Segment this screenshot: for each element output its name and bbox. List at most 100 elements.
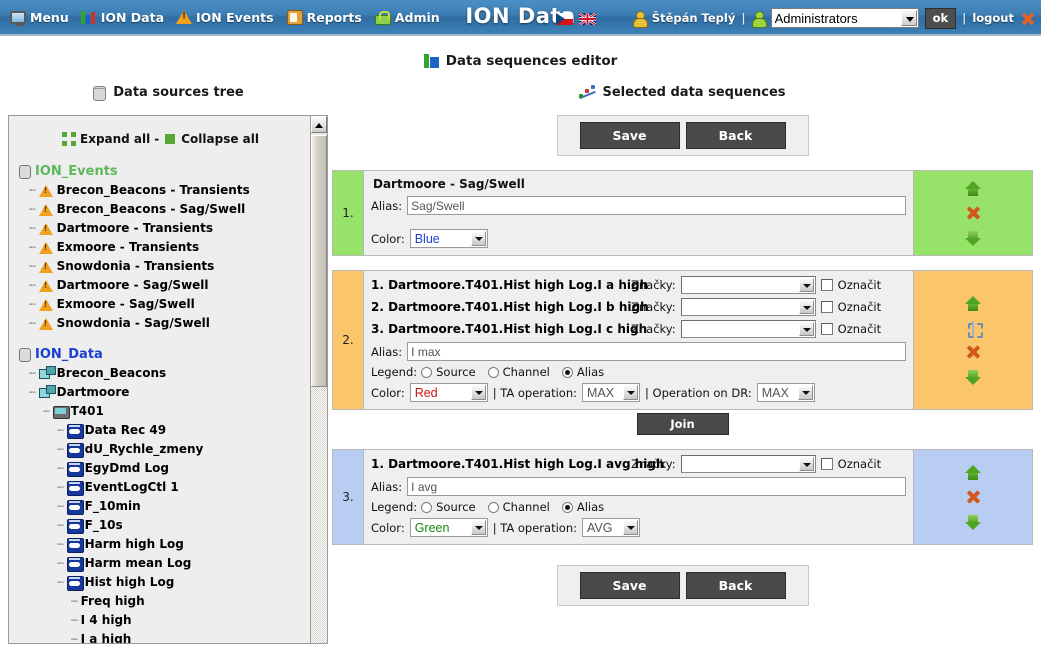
- tree-scrollbar[interactable]: [310, 116, 327, 643]
- tree-node[interactable]: ┈ Brecon_Beacons: [15, 364, 306, 383]
- scrollbar-thumb[interactable]: [311, 135, 327, 387]
- tree-node-label: ION_Data: [35, 347, 103, 362]
- tree-node[interactable]: ┈ Data Rec 49: [15, 421, 306, 440]
- oznacit-checkbox[interactable]: [820, 279, 833, 291]
- move-up-arrow-icon[interactable]: [965, 295, 981, 312]
- tree-node[interactable]: ┈ Harm high Log: [15, 535, 306, 554]
- znacky-label: Značky:: [631, 457, 676, 471]
- nav-item-ion-data[interactable]: ION Data: [80, 9, 164, 25]
- legend-radio-source[interactable]: [421, 501, 433, 513]
- oznacit-checkbox[interactable]: [820, 323, 833, 335]
- legend-radio-channel[interactable]: [487, 501, 499, 513]
- tree-node[interactable]: ┈ dU_Rychle_zmeny: [15, 440, 306, 459]
- ok-button[interactable]: ok: [924, 7, 957, 29]
- tree-node[interactable]: ION_Data: [15, 345, 306, 364]
- oznacit-checkbox[interactable]: [820, 301, 833, 313]
- color-label: Color:: [371, 231, 405, 246]
- tree-node[interactable]: ┈ T401: [15, 402, 306, 421]
- move-up-arrow-icon[interactable]: [965, 464, 981, 481]
- tree-node[interactable]: ┈ Brecon_Beacons - Sag/Swell: [15, 200, 306, 219]
- tree-node[interactable]: ┈ Snowdonia - Sag/Swell: [15, 314, 306, 333]
- alias-input[interactable]: [407, 477, 906, 496]
- alias-input[interactable]: [407, 196, 906, 215]
- move-down-arrow-icon[interactable]: [965, 230, 981, 246]
- color-label: Color:: [371, 385, 405, 400]
- role-select-wrapper[interactable]: Administrators: [770, 8, 919, 28]
- expand-all-link[interactable]: Expand all: [80, 132, 150, 146]
- tree-node[interactable]: ┈ Harm mean Log: [15, 554, 306, 573]
- dropdown[interactable]: Blue: [409, 229, 488, 248]
- tree-node[interactable]: ┈ F_10s: [15, 516, 306, 535]
- nav-item-menu[interactable]: Menu: [10, 10, 69, 26]
- delete-x-icon[interactable]: [966, 345, 981, 360]
- save-button-top[interactable]: Save: [579, 122, 680, 149]
- nav-item-reports[interactable]: Reports: [286, 9, 362, 25]
- dropdown[interactable]: AVG: [581, 518, 640, 537]
- tree-connector: ┈: [57, 538, 64, 551]
- tree-node[interactable]: ┈ EgyDmd Log: [15, 459, 306, 478]
- tree-node[interactable]: ┈ Hist high Log: [15, 573, 306, 592]
- dropdown[interactable]: Green: [409, 518, 488, 537]
- collapse-all-link[interactable]: Collapse all: [181, 132, 259, 146]
- tree-node[interactable]: ┈ Exmoore - Transients: [15, 238, 306, 257]
- tree-node[interactable]: ┈ F_10min: [15, 497, 306, 516]
- data-sources-tree-panel: Expand all - Collapse all ION_Events ┈ Bre…: [8, 115, 328, 644]
- znacky-select[interactable]: [680, 320, 816, 338]
- cylinder-icon: [17, 164, 32, 179]
- nav-item-admin[interactable]: Admin: [374, 10, 440, 25]
- nav-item-ion-events-label: ION Events: [196, 9, 274, 25]
- znacky-select[interactable]: [680, 455, 816, 473]
- tree-node[interactable]: ┈ EventLogCtl 1: [15, 478, 306, 497]
- move-down-arrow-icon[interactable]: [965, 369, 981, 385]
- tree-node[interactable]: ┈ I a high: [15, 630, 306, 643]
- tree-node[interactable]: ┈ Freq high: [15, 592, 306, 611]
- split-icon[interactable]: [966, 320, 983, 338]
- tree-connector: ┈: [29, 241, 36, 254]
- oznacit-checkbox[interactable]: [820, 458, 833, 470]
- uk-flag-icon[interactable]: [579, 13, 596, 25]
- dropdown[interactable]: MAX: [756, 383, 815, 402]
- tree-node-label: Harm mean Log: [84, 556, 192, 570]
- legend-option-label: Source: [436, 365, 476, 379]
- logout-link[interactable]: logout: [972, 11, 1014, 25]
- back-button-top[interactable]: Back: [685, 122, 786, 149]
- tree-node[interactable]: ┈ Snowdonia - Transients: [15, 257, 306, 276]
- sequence-index-label: 2.: [342, 333, 354, 347]
- nav-item-ion-events[interactable]: ION Events: [176, 9, 274, 25]
- tree-node[interactable]: ION_Events: [15, 162, 306, 181]
- legend-radio-channel[interactable]: [487, 366, 499, 378]
- tree-node[interactable]: ┈ I 4 high: [15, 611, 306, 630]
- back-button-bottom[interactable]: Back: [685, 572, 786, 599]
- collapse-all-icon[interactable]: [163, 132, 177, 146]
- dropdown[interactable]: Red: [409, 383, 488, 402]
- legend-option-label: Channel: [502, 365, 550, 379]
- save-button-bottom[interactable]: Save: [579, 572, 680, 599]
- scroll-up-button[interactable]: [311, 116, 327, 133]
- move-down-arrow-icon[interactable]: [965, 514, 981, 530]
- znacky-select[interactable]: [680, 276, 816, 294]
- role-select[interactable]: Administrators: [770, 8, 919, 28]
- tree-node[interactable]: ┈ Brecon_Beacons - Transients: [15, 181, 306, 200]
- tree-node[interactable]: ┈ Dartmoore - Sag/Swell: [15, 276, 306, 295]
- alias-input[interactable]: [407, 342, 906, 361]
- tree-node[interactable]: ┈ Dartmoore - Transients: [15, 219, 306, 238]
- expand-all-icon[interactable]: [62, 132, 76, 146]
- znacky-label: Značky:: [631, 300, 676, 314]
- tree-node[interactable]: ┈ Dartmoore: [15, 383, 306, 402]
- logout-separator: |: [962, 11, 967, 25]
- legend-radio-alias[interactable]: [561, 366, 573, 378]
- delete-x-icon[interactable]: [966, 490, 981, 505]
- join-button[interactable]: Join: [636, 413, 729, 435]
- tree-connector: ┈: [29, 279, 36, 292]
- channel-row: 1. Dartmoore.T401.Hist high Log.I avg hi…: [371, 455, 906, 473]
- dropdown[interactable]: MAX: [581, 383, 640, 402]
- close-x-icon[interactable]: [1020, 11, 1035, 26]
- cz-flag-icon[interactable]: [556, 13, 573, 25]
- delete-x-icon[interactable]: [966, 206, 981, 221]
- legend-radio-source[interactable]: [421, 366, 433, 378]
- move-up-arrow-icon[interactable]: [965, 180, 981, 197]
- legend-radio-alias[interactable]: [561, 501, 573, 513]
- tree-node-label: F_10s: [84, 518, 123, 532]
- tree-node[interactable]: ┈ Exmoore - Sag/Swell: [15, 295, 306, 314]
- znacky-select[interactable]: [680, 298, 816, 316]
